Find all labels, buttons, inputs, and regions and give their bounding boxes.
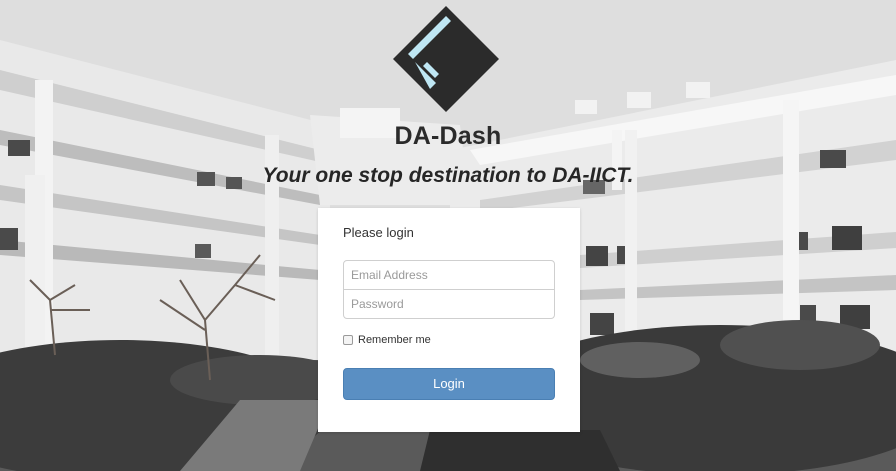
login-button[interactable]: Login — [343, 368, 555, 400]
password-input[interactable] — [343, 289, 555, 319]
login-input-group — [343, 260, 555, 319]
remember-me-checkbox[interactable] — [343, 335, 353, 345]
brand-tagline: Your one stop destination to DA-IICT. — [262, 164, 634, 187]
login-page: DA-Dash Your one stop destination to DA-… — [0, 0, 896, 471]
login-panel: Please login Remember me Login — [318, 208, 580, 432]
brand-title: DA-Dash — [394, 122, 502, 150]
da-dash-logo-icon — [393, 6, 499, 112]
email-input[interactable] — [343, 260, 555, 290]
remember-me-label: Remember me — [358, 334, 431, 346]
remember-me[interactable]: Remember me — [343, 334, 431, 346]
login-heading: Please login — [343, 225, 414, 240]
